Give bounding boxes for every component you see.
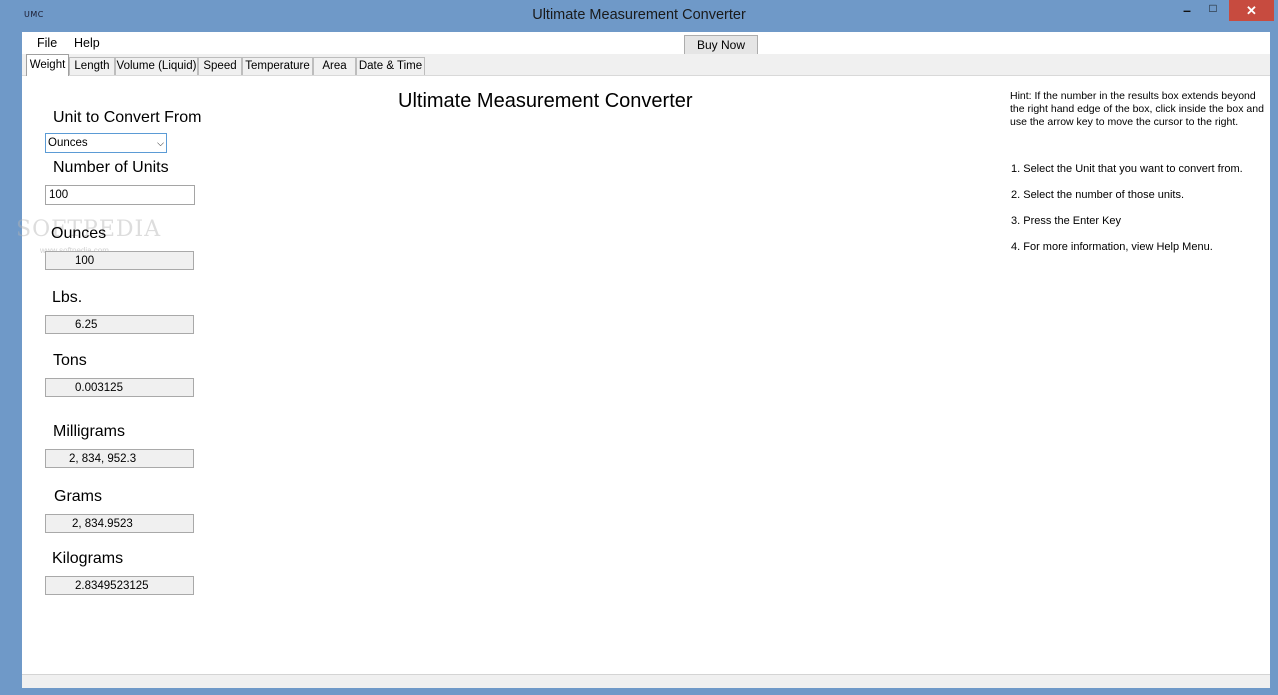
instruction-step-2: 2. Select the number of those units. xyxy=(1011,189,1185,201)
app-window: UMC Ultimate Measurement Converter – □ ✕… xyxy=(0,0,1278,695)
result-label-kilograms: Kilograms xyxy=(52,550,124,567)
tab-temperature[interactable]: Temperature xyxy=(242,57,313,75)
tab-volume-liquid[interactable]: Volume (Liquid) xyxy=(115,57,198,75)
minimize-button[interactable]: – xyxy=(1174,2,1200,23)
window-title: Ultimate Measurement Converter xyxy=(532,7,746,23)
tab-date-time[interactable]: Date & Time xyxy=(356,57,425,75)
tab-strip: Weight Length Volume (Liquid) Speed Temp… xyxy=(22,54,1270,76)
weight-panel: SOFTPEDIA www.softpedia.com Unit to Conv… xyxy=(16,76,1270,674)
result-box-kilograms[interactable]: 2.8349523125 xyxy=(45,576,194,595)
result-box-grams[interactable]: 2, 834.9523 xyxy=(45,514,194,533)
result-label-ounces: Ounces xyxy=(51,225,107,242)
menu-file[interactable]: File xyxy=(37,36,57,50)
chevron-down-icon: ⌵ xyxy=(157,138,164,148)
number-of-units-label: Number of Units xyxy=(53,159,169,176)
result-label-lbs: Lbs. xyxy=(52,289,83,306)
client-area: File Help Buy Now Weight Length Volume (… xyxy=(16,32,1270,674)
result-box-ounces[interactable]: 100 xyxy=(45,251,194,270)
close-button[interactable]: ✕ xyxy=(1229,0,1274,21)
tab-length[interactable]: Length xyxy=(69,57,115,75)
result-label-tons: Tons xyxy=(53,352,87,369)
maximize-button[interactable]: □ xyxy=(1200,1,1226,22)
unit-from-value: Ounces xyxy=(48,137,88,149)
instruction-step-1: 1. Select the Unit that you want to conv… xyxy=(1011,163,1243,175)
unit-from-select[interactable]: Ounces ⌵ xyxy=(45,133,167,153)
tab-weight[interactable]: Weight xyxy=(26,54,69,76)
page-title: Ultimate Measurement Converter xyxy=(398,90,693,112)
title-bar[interactable]: UMC Ultimate Measurement Converter – □ ✕ xyxy=(0,0,1278,32)
hint-text: Hint: If the number in the results box e… xyxy=(1010,90,1264,128)
menu-help[interactable]: Help xyxy=(74,36,100,50)
tab-speed[interactable]: Speed xyxy=(198,57,242,75)
result-label-grams: Grams xyxy=(54,488,102,505)
result-box-tons[interactable]: 0.003125 xyxy=(45,378,194,397)
buy-now-button[interactable]: Buy Now xyxy=(684,35,758,56)
status-bar xyxy=(22,674,1270,688)
result-box-lbs[interactable]: 6.25 xyxy=(45,315,194,334)
result-label-milligrams: Milligrams xyxy=(53,423,125,440)
number-of-units-input[interactable]: 100 xyxy=(45,185,195,205)
menu-bar: File Help Buy Now xyxy=(22,32,1270,56)
result-box-milligrams[interactable]: 2, 834, 952.3 xyxy=(45,449,194,468)
instruction-step-3: 3. Press the Enter Key xyxy=(1011,215,1122,227)
unit-from-label: Unit to Convert From xyxy=(53,109,202,126)
tab-area[interactable]: Area xyxy=(313,57,356,75)
instruction-step-4: 4. For more information, view Help Menu. xyxy=(1011,241,1213,253)
